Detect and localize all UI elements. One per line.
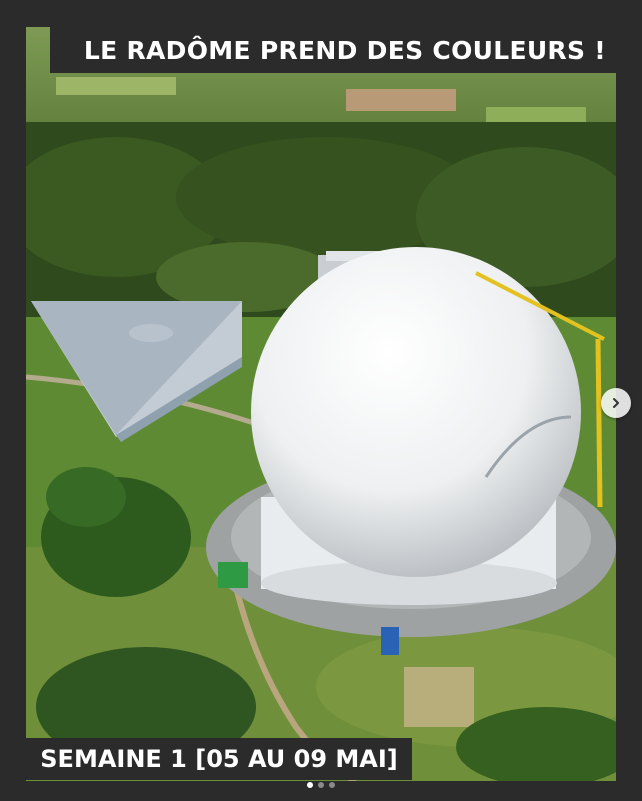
post-title: LE RADÔME PREND DES COULEURS ! bbox=[83, 35, 606, 65]
carousel-dot[interactable] bbox=[329, 782, 335, 788]
carousel-next-button[interactable] bbox=[601, 388, 631, 418]
chevron-right-icon bbox=[613, 398, 619, 408]
week-banner: SEMAINE 1 [05 AU 09 MAI] bbox=[26, 738, 412, 780]
radome-aerial-photo bbox=[26, 27, 616, 781]
carousel-dot[interactable] bbox=[307, 782, 313, 788]
post-title-bar: LE RADÔME PREND DES COULEURS ! bbox=[26, 27, 616, 73]
carousel-indicators bbox=[0, 782, 642, 790]
week-label: SEMAINE 1 [05 AU 09 MAI] bbox=[40, 745, 398, 773]
carousel-dot[interactable] bbox=[318, 782, 324, 788]
post-image-frame bbox=[26, 27, 616, 781]
